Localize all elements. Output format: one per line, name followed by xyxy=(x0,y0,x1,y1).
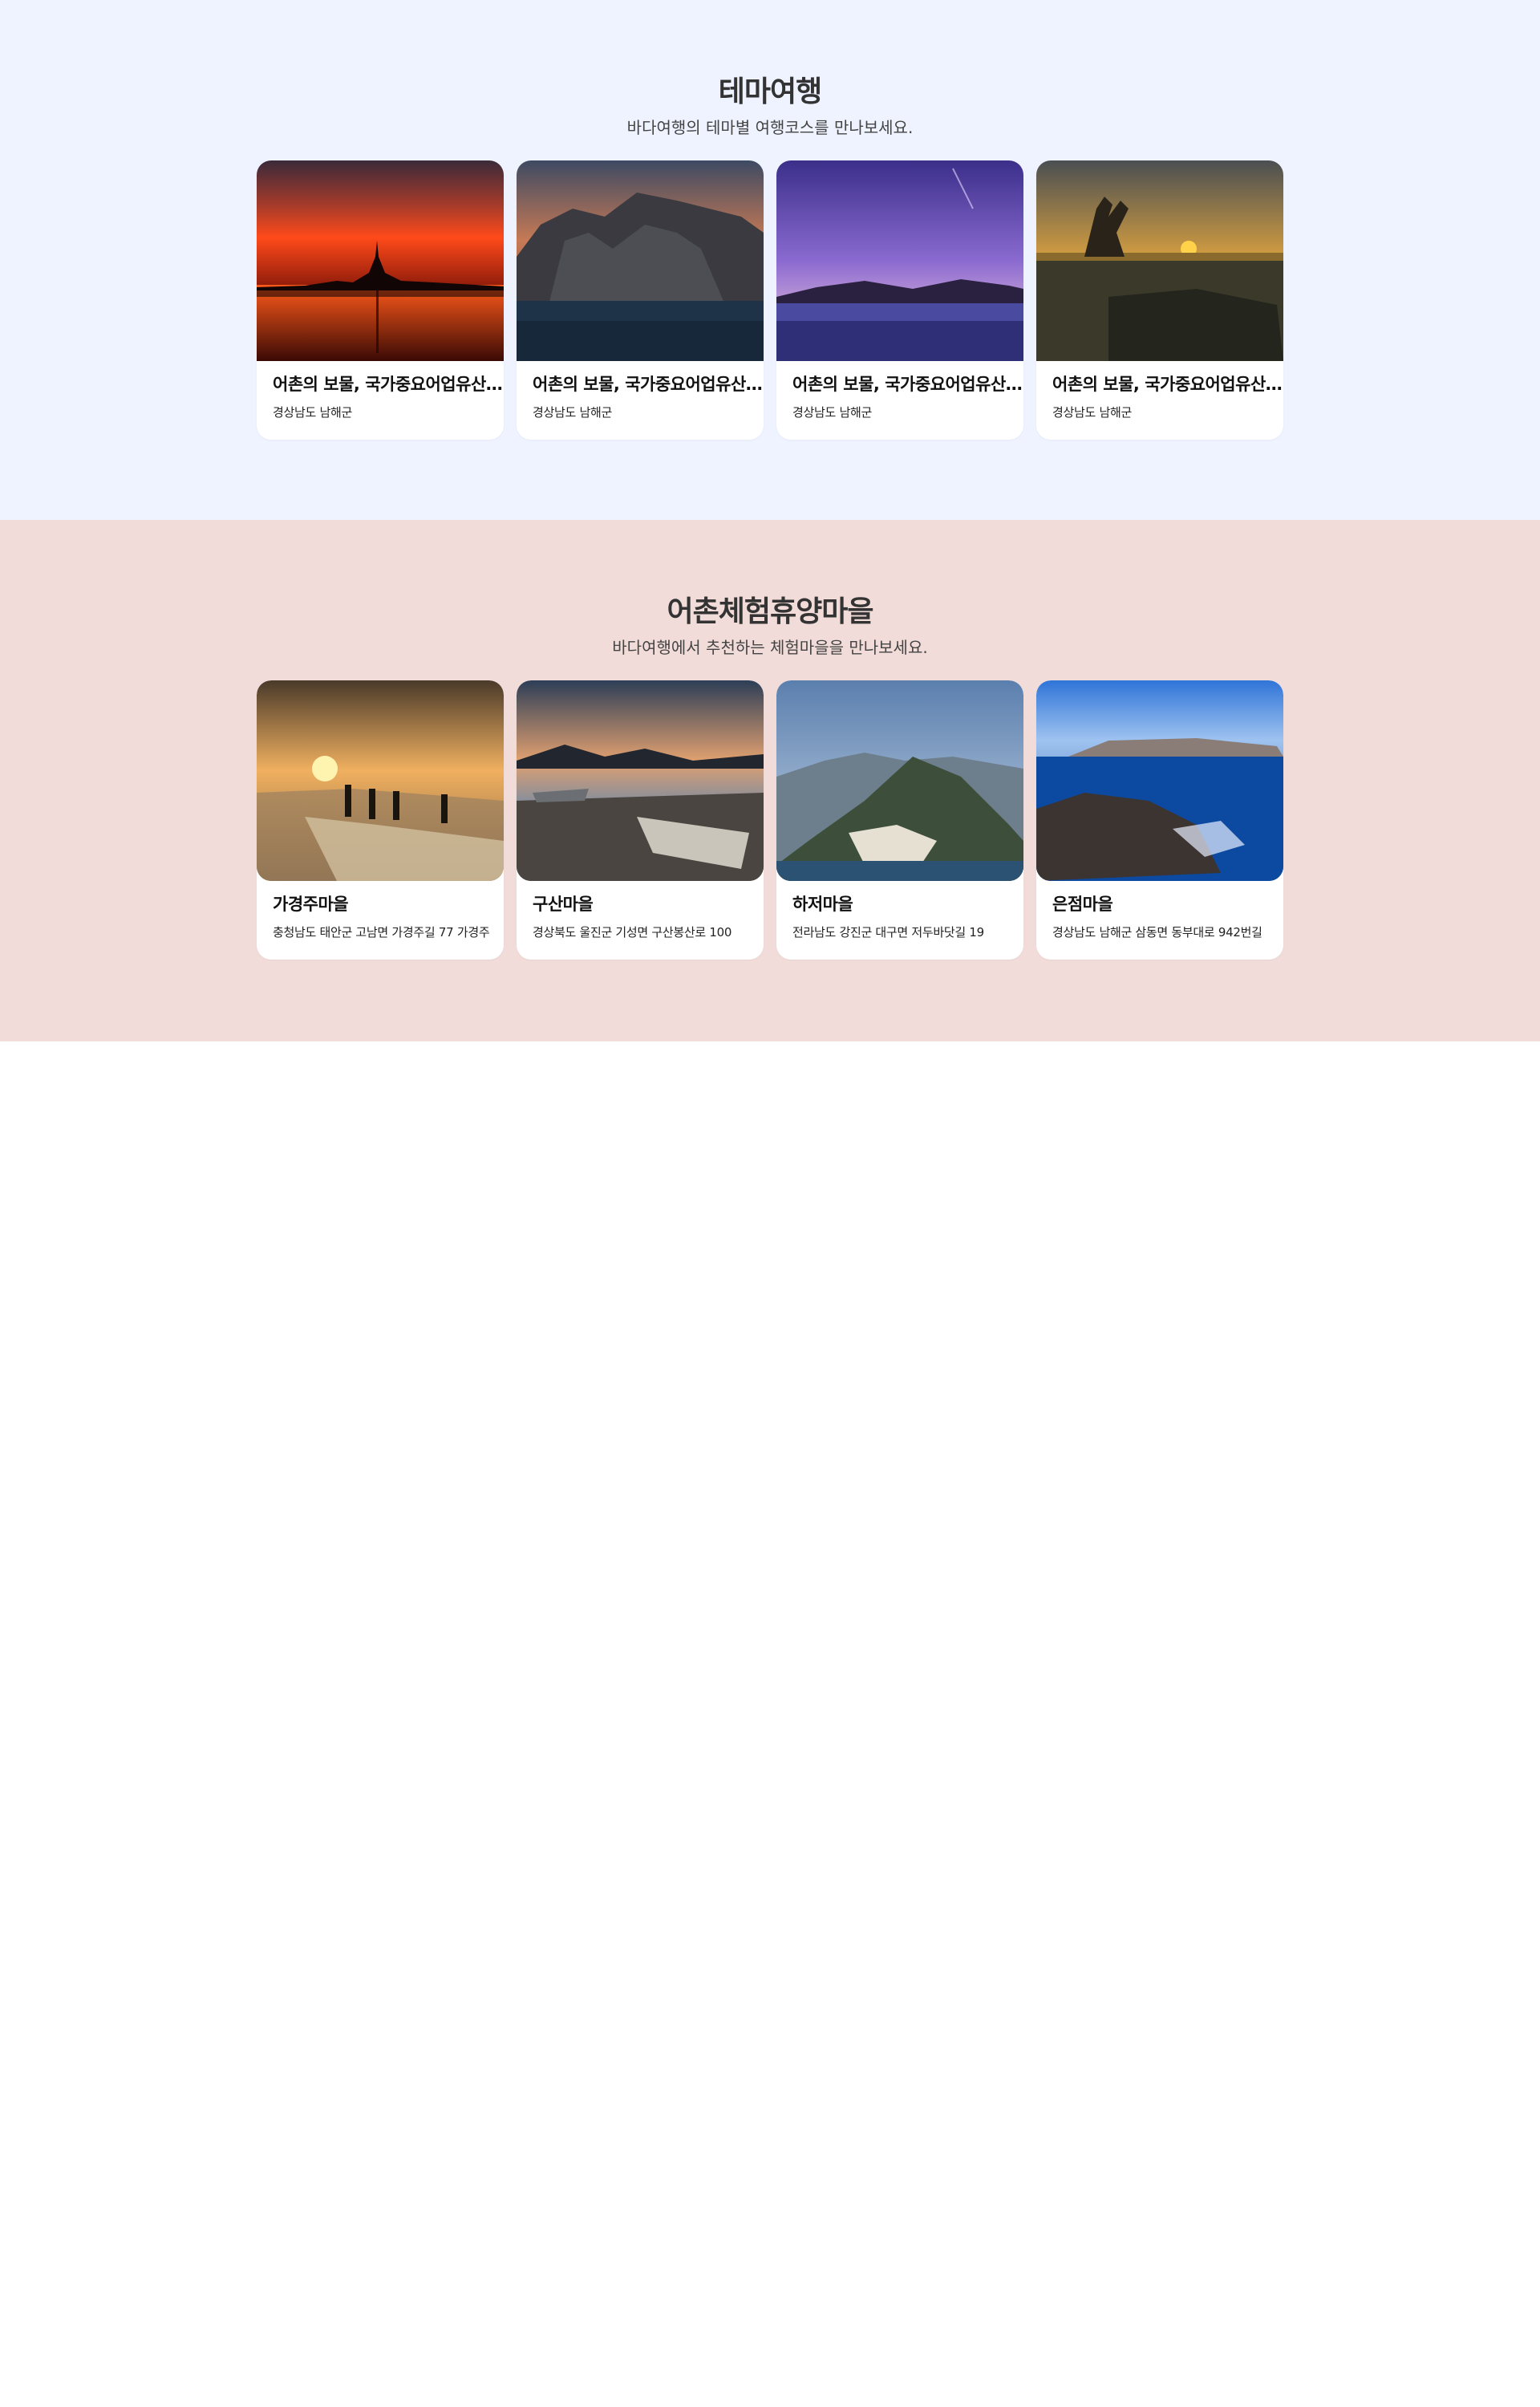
village-card[interactable]: 하저마을 전라남도 강진군 대구면 저두바닷길 19 xyxy=(776,680,1023,960)
village-card[interactable]: 은점마을 경상남도 남해군 삼동면 동부대로 942번길 xyxy=(1036,680,1283,960)
card-thumbnail-rocky-coast xyxy=(1036,680,1283,881)
theme-card-list: 어촌의 보물, 국가중요어업유산 남해 죽방렴 경상남도 남해군 xyxy=(257,160,1283,440)
village-section-subtitle: 바다여행에서 추천하는 체험마을을 만나보세요. xyxy=(612,638,928,657)
fishing-village-section: 어촌체험휴양마을 바다여행에서 추천하는 체험마을을 만나보세요. 가경주마을 … xyxy=(0,520,1540,1041)
card-thumbnail-boats xyxy=(517,680,764,881)
card-address: 경상남도 남해군 xyxy=(273,405,352,420)
theme-card[interactable]: 어촌의 보물, 국가중요어업유산 남해 죽방렴 경상남도 남해군 xyxy=(1036,160,1283,440)
card-address: 전라남도 강진군 대구면 저두바닷길 19 xyxy=(792,925,984,940)
village-card[interactable]: 구산마을 경상북도 울진군 기성면 구산봉산로 100 xyxy=(517,680,764,960)
theme-section-subtitle: 바다여행의 테마별 여행코스를 만나보세요. xyxy=(626,118,914,137)
card-thumbnail-sea-cliff xyxy=(517,160,764,361)
card-thumbnail-mountain-village xyxy=(776,680,1023,881)
theme-travel-section: 테마여행 바다여행의 테마별 여행코스를 만나보세요. 어촌의 보물, 국가중요… xyxy=(0,0,1540,520)
card-thumbnail-hand-sculpture xyxy=(1036,160,1283,361)
card-title: 어촌의 보물, 국가중요어업유산 남해 죽방렴 xyxy=(533,375,764,394)
theme-card[interactable]: 어촌의 보물, 국가중요어업유산 남해 죽방렴 경상남도 남해군 xyxy=(776,160,1023,440)
card-title: 어촌의 보물, 국가중요어업유산 남해 죽방렴 xyxy=(273,375,504,394)
card-title: 구산마을 xyxy=(533,895,594,914)
card-thumbnail-sunset-city xyxy=(257,160,504,361)
card-address: 경상북도 울진군 기성면 구산봉산로 100 xyxy=(533,925,732,940)
card-title: 어촌의 보물, 국가중요어업유산 남해 죽방렴 xyxy=(792,375,1023,394)
card-title: 가경주마을 xyxy=(273,895,349,914)
card-title: 은점마을 xyxy=(1052,895,1113,914)
theme-card[interactable]: 어촌의 보물, 국가중요어업유산 남해 죽방렴 경상남도 남해군 xyxy=(517,160,764,440)
theme-section-title: 테마여행 xyxy=(718,75,822,108)
village-card-list: 가경주마을 충청남도 태안군 고남면 가경주길 77 가경주 구산마을 경상북도… xyxy=(257,680,1283,960)
card-address: 경상남도 남해군 xyxy=(1052,405,1132,420)
card-address: 경상남도 남해군 xyxy=(533,405,612,420)
village-section-title: 어촌체험휴양마을 xyxy=(667,595,874,628)
card-thumbnail-fishermen xyxy=(257,680,504,881)
card-address: 충청남도 태안군 고남면 가경주길 77 가경주 xyxy=(273,925,490,940)
village-card[interactable]: 가경주마을 충청남도 태안군 고남면 가경주길 77 가경주 xyxy=(257,680,504,960)
card-address: 경상남도 남해군 xyxy=(792,405,872,420)
card-title: 어촌의 보물, 국가중요어업유산 남해 죽방렴 xyxy=(1052,375,1283,394)
card-thumbnail-purple-lake xyxy=(776,160,1023,361)
theme-card[interactable]: 어촌의 보물, 국가중요어업유산 남해 죽방렴 경상남도 남해군 xyxy=(257,160,504,440)
card-title: 하저마을 xyxy=(792,895,853,914)
card-address: 경상남도 남해군 삼동면 동부대로 942번길 xyxy=(1052,925,1262,940)
